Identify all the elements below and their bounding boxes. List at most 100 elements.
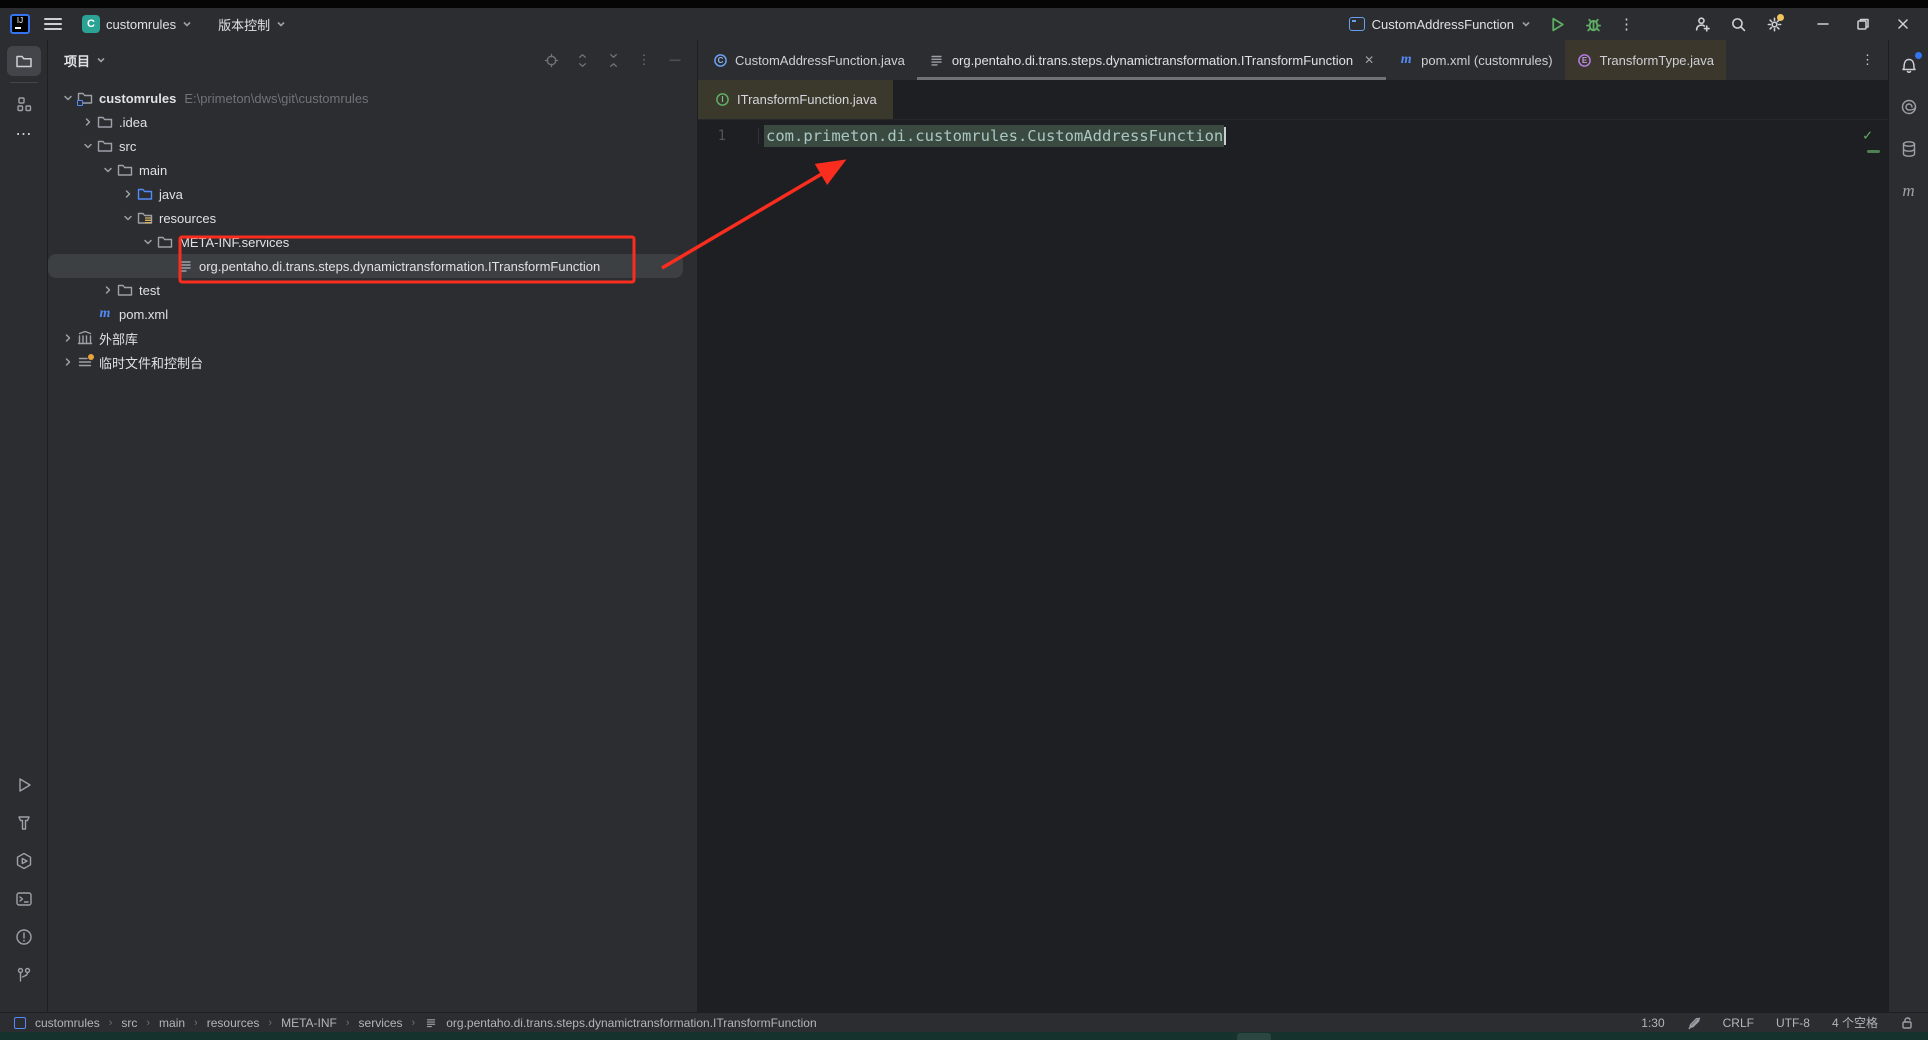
chevron-down-icon [276,19,286,29]
inspections-ok-icon[interactable]: ✓ [1863,126,1872,144]
chevron-collapsed-icon[interactable] [80,114,96,130]
tree-label: resources [159,211,216,226]
tab-list-button[interactable]: ⋮ [1847,40,1888,80]
tree-label: main [139,163,167,178]
project-folder-icon [76,90,94,106]
collapse-all-button[interactable] [605,52,621,68]
chevron-collapsed-icon[interactable] [120,186,136,202]
more-tool-windows-button[interactable]: ⋯ [7,119,41,149]
vcs-widget[interactable]: 版本控制 [212,11,292,38]
tree-project-path: E:\primeton\dws\git\customrules [184,91,368,106]
chevron-expanded-icon[interactable] [100,162,116,178]
chevron-collapsed-icon[interactable] [60,330,76,346]
titlebar: IJ C customrules 版本控制 CustomAddressFunct… [0,8,1928,40]
indent-widget[interactable]: 4 个空格 [1832,1014,1878,1031]
chevron-expanded-icon[interactable] [120,210,136,226]
breadcrumb-item[interactable]: services [359,1016,403,1030]
search-icon[interactable] [1728,14,1748,34]
database-tool-window-icon[interactable] [1892,134,1926,164]
panel-options-button[interactable]: ⋮ [636,52,652,68]
tree-row-src[interactable]: src [48,134,697,158]
close-tab-icon[interactable]: ✕ [1364,53,1374,67]
debug-button[interactable] [1583,14,1603,34]
notifications-bell-icon[interactable] [1892,50,1926,80]
tree-row-external-libraries[interactable]: 外部库 [48,326,697,350]
tree-row-project-root[interactable]: customrules E:\primeton\dws\git\customru… [48,86,697,110]
project-tool-window-button[interactable] [7,46,41,76]
line-ending-widget[interactable]: CRLF [1723,1016,1754,1030]
tree-row-main[interactable]: main [48,158,697,182]
breadcrumb-separator: › [268,1017,272,1029]
main-menu-button[interactable] [44,14,62,34]
window-minimize-button[interactable] [1806,11,1840,37]
breadcrumb-item[interactable]: main [159,1016,185,1030]
run-tool-window-button[interactable] [7,770,41,800]
chevron-collapsed-icon[interactable] [100,282,116,298]
subtab-itransformfunction-java[interactable]: I ITransformFunction.java [698,80,893,119]
add-user-icon[interactable] [1692,14,1712,34]
vcs-widget-label: 版本控制 [218,15,270,34]
build-tool-window-button[interactable] [7,808,41,838]
readonly-pen-icon[interactable] [1687,1016,1701,1030]
tree-row-itransformfunction-file[interactable]: org.pentaho.di.trans.steps.dynamictransf… [48,254,683,278]
tree-row-resources[interactable]: resources [48,206,697,230]
chevron-expanded-icon[interactable] [60,90,76,106]
tree-row-pom-xml[interactable]: m pom.xml [48,302,697,326]
run-configuration-selector[interactable]: CustomAddressFunction [1349,17,1531,32]
tree-row-idea[interactable]: .idea [48,110,697,134]
project-widget[interactable]: C customrules [76,11,198,37]
problems-tool-window-button[interactable] [7,922,41,952]
project-view-selector[interactable]: 项目 [64,51,106,70]
svg-text:E: E [1582,56,1588,65]
breadcrumb-item[interactable]: META-INF [281,1016,337,1030]
chevron-down-icon [96,55,106,65]
hide-panel-button[interactable]: — [667,52,683,68]
caret-position-widget[interactable]: 1:30 [1641,1016,1664,1030]
window-restore-button[interactable] [1846,11,1880,37]
run-config-icon [1349,17,1365,31]
tree-row-scratches[interactable]: 临时文件和控制台 [48,350,697,374]
tab-customaddressfunction-java[interactable]: C CustomAddressFunction.java [700,40,917,80]
tab-itransformfunction-service-file[interactable]: org.pentaho.di.trans.steps.dynamictransf… [917,40,1386,80]
maven-tool-window-icon[interactable]: m [1892,176,1926,206]
services-tool-window-button[interactable] [7,846,41,876]
chevron-collapsed-icon[interactable] [60,354,76,370]
java-class-icon: C [712,52,728,68]
window-close-button[interactable] [1886,11,1920,37]
settings-gear-icon[interactable] [1764,14,1784,34]
tree-label: 外部库 [99,329,138,348]
text-file-icon [929,52,945,68]
chevron-expanded-icon[interactable] [80,138,96,154]
locate-file-button[interactable] [543,52,559,68]
code-editor[interactable]: 1 com.primeton.di.customrules.CustomAddr… [698,120,1888,1012]
tree-row-test[interactable]: test [48,278,697,302]
tree-row-java[interactable]: java [48,182,697,206]
terminal-tool-window-button[interactable] [7,884,41,914]
git-tool-window-button[interactable] [7,960,41,990]
breadcrumb-separator: › [194,1017,198,1029]
chevron-expanded-icon[interactable] [140,234,156,250]
breadcrumb-item[interactable]: customrules [35,1016,100,1030]
expand-all-button[interactable] [574,52,590,68]
tab-pom-xml[interactable]: m pom.xml (customrules) [1386,40,1564,80]
breadcrumb-item[interactable]: resources [207,1016,260,1030]
notification-badge [1915,52,1922,59]
encoding-widget[interactable]: UTF-8 [1776,1016,1810,1030]
breadcrumb-item[interactable]: src [121,1016,137,1030]
unlock-icon[interactable] [1900,1016,1914,1030]
folder-icon [156,234,174,250]
structure-tool-window-button[interactable] [7,89,41,119]
breadcrumb: customrules › src › main › resources › M… [14,1016,817,1030]
left-tool-strip: ⋯ [0,40,48,1012]
breadcrumb-item[interactable]: org.pentaho.di.trans.steps.dynamictransf… [446,1016,816,1030]
tree-row-meta-inf-services[interactable]: META-INF.services [48,230,697,254]
tab-label: TransformType.java [1600,53,1714,68]
svg-text:C: C [717,56,723,65]
project-avatar: C [82,15,100,33]
more-actions-button[interactable]: ⋮ [1619,15,1634,33]
interface-icon: I [714,92,730,108]
run-button[interactable] [1547,14,1567,34]
tool-strip-divider [10,82,38,83]
tab-transformtype-java[interactable]: E TransformType.java [1565,40,1726,80]
ai-assistant-icon[interactable] [1892,92,1926,122]
